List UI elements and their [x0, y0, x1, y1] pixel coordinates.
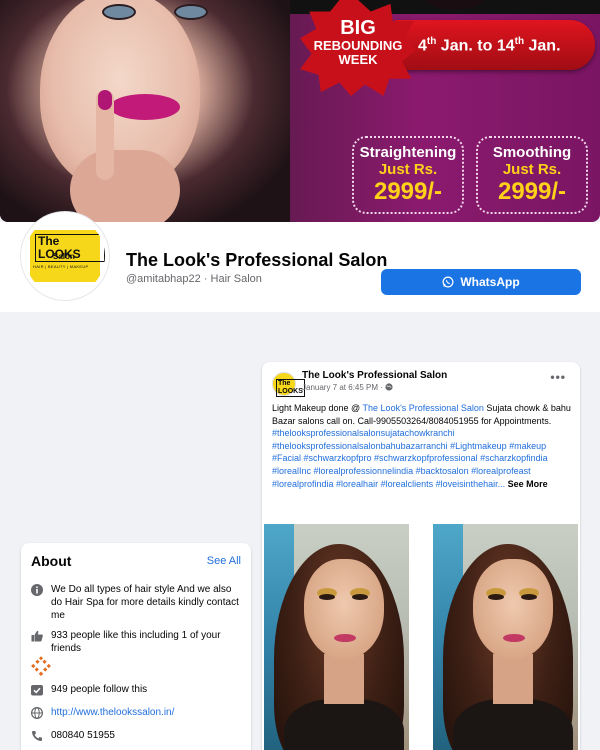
cover-model-nail	[98, 90, 112, 110]
cover-photo: BIG REBOUNDING WEEK 4th Jan. to 14th Jan…	[0, 0, 600, 222]
post-avatar-logo-text: The LOOKS	[276, 379, 305, 397]
logo-tagline: HAIR | BEAUTY | MAKEUP	[33, 264, 89, 269]
follow-check-icon	[31, 685, 43, 696]
burst-line-week: WEEK	[338, 51, 378, 67]
post-see-more-link[interactable]: See More	[508, 479, 548, 489]
logo-subtitle: Salon	[53, 252, 75, 261]
offer-price: 2999/-	[373, 178, 443, 205]
photo-clothing	[284, 699, 404, 750]
about-follows: 949 people follow this	[51, 684, 148, 695]
whatsapp-label: WhatsApp	[460, 275, 520, 289]
photo-clothing	[453, 699, 573, 750]
whatsapp-button[interactable]: WhatsApp	[381, 269, 581, 295]
cover-model-lips	[110, 94, 180, 120]
cover-starburst-text: BIG REBOUNDING WEEK	[300, 18, 416, 66]
about-description: We Do all types of hair style And we als…	[51, 584, 239, 621]
offer-service: Smoothing	[492, 144, 572, 161]
whatsapp-icon	[442, 276, 454, 288]
info-icon	[31, 584, 43, 596]
photo-eye-right	[352, 594, 368, 600]
page-title: The Look's Professional Salon	[126, 250, 388, 270]
photo-lips	[334, 634, 356, 642]
offer-service: Straightening	[359, 144, 457, 161]
about-description-row: We Do all types of hair style And we als…	[31, 583, 241, 622]
about-phone[interactable]: 080840 51955	[51, 729, 241, 742]
about-website-link[interactable]: http://www.thelookssalon.in/	[51, 706, 241, 719]
about-likes: 933 people like this including 1 of your…	[51, 630, 221, 654]
photo-face	[473, 559, 553, 659]
about-likes-row: 933 people like this including 1 of your…	[31, 629, 241, 655]
cover-offer-smoothing: Smoothing Just Rs. 2999/-	[476, 136, 588, 214]
cover-model-hand	[70, 150, 180, 222]
post-mention-link[interactable]: The Look's Professional Salon	[363, 403, 484, 413]
cover-offer-straightening: Straightening Just Rs. 2999/-	[352, 136, 464, 214]
post-time-text: January 7 at 6:45 PM ·	[302, 383, 386, 392]
offer-price: 2999/-	[497, 178, 567, 205]
post-photo-2[interactable]	[433, 524, 578, 750]
photo-eye-left	[319, 594, 335, 600]
burst-line-big: BIG	[340, 17, 376, 39]
offer-label: Just Rs.	[502, 161, 562, 178]
photo-eye-right	[521, 594, 537, 600]
about-website-row: http://www.thelookssalon.in/	[31, 706, 241, 719]
photo-neck	[493, 654, 533, 704]
about-see-all-link[interactable]: See All	[207, 555, 241, 567]
globe-icon	[385, 383, 393, 391]
post-card: The LOOKS The Look's Professional Salon …	[262, 362, 580, 750]
cover-dates: 4th Jan. to 14th Jan.	[418, 36, 561, 55]
photo-eye-left	[488, 594, 504, 600]
post-hashtags[interactable]: #thelooksprofessionalsalonsujatachowkran…	[272, 428, 548, 488]
photo-face	[304, 559, 384, 659]
post-more-options-button[interactable]: •••	[550, 370, 566, 384]
about-title: About	[31, 553, 72, 569]
globe-icon	[31, 707, 43, 719]
about-follows-row: 949 people follow this	[31, 683, 241, 696]
thumbs-up-icon	[31, 630, 43, 642]
about-card: About See All We Do all types of hair st…	[21, 543, 251, 750]
offer-label: Just Rs.	[378, 161, 438, 178]
photo-neck	[324, 654, 364, 704]
post-text: Light Makeup done @	[272, 403, 363, 413]
post-timestamp[interactable]: January 7 at 6:45 PM ·	[302, 383, 393, 392]
burst-line-rebounding: REBOUNDING	[313, 38, 403, 53]
phone-icon	[32, 731, 42, 741]
photo-lips	[503, 634, 525, 642]
cover-model-eye-right	[174, 4, 208, 20]
post-photo-1[interactable]	[264, 524, 409, 750]
cover-model-eye-left	[102, 4, 136, 20]
post-author-avatar[interactable]: The LOOKS	[272, 372, 305, 397]
about-phone-row: 080840 51955	[31, 729, 241, 742]
post-body: Light Makeup done @ The Look's Professio…	[272, 402, 574, 490]
page-handle: @amitabhap22 · Hair Salon	[126, 273, 262, 285]
profile-avatar[interactable]: The LOOKS Salon HAIR | BEAUTY | MAKEUP	[21, 212, 109, 300]
post-author-name[interactable]: The Look's Professional Salon	[302, 370, 447, 381]
